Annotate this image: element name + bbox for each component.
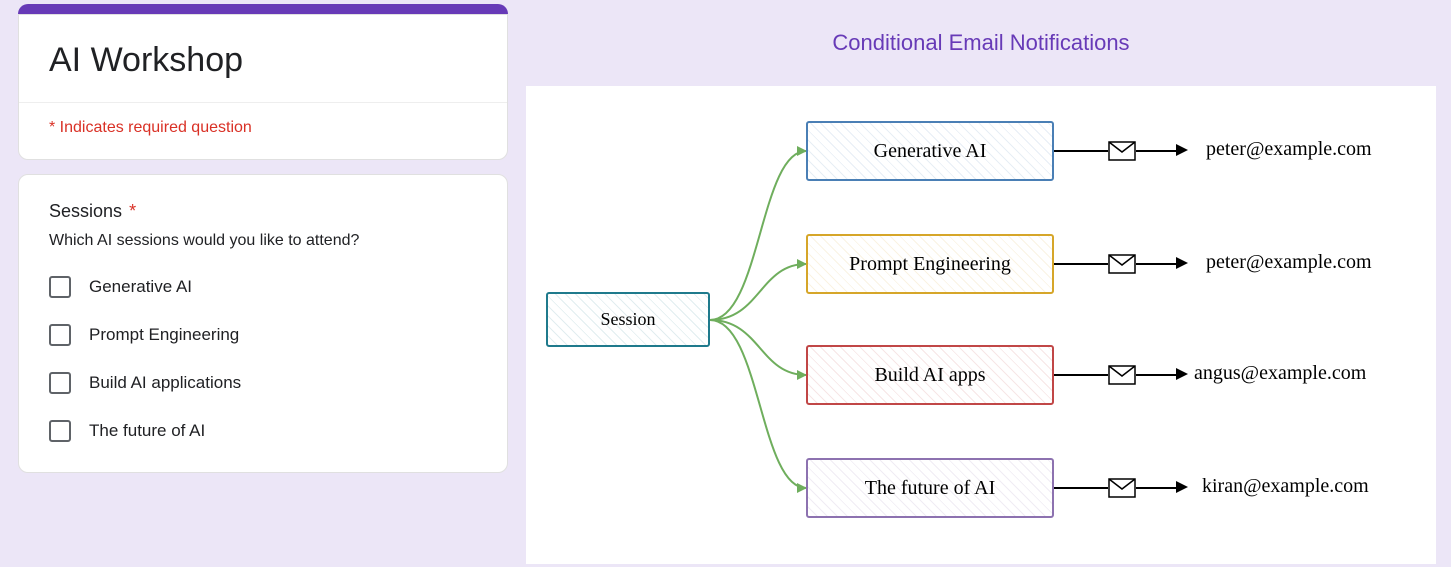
option-label: Prompt Engineering [89,325,239,345]
arrow-icon [1176,257,1188,269]
diagram-branch-node: Generative AI [806,121,1054,181]
checkbox[interactable] [49,420,71,442]
diagram-branch-label: Prompt Engineering [849,253,1011,276]
diagram-branch-label: The future of AI [865,477,996,500]
diagram-title: Conditional Email Notifications [526,4,1436,56]
arrow-icon [1176,144,1188,156]
arrow-icon [1176,368,1188,380]
diagram-branch-label: Generative AI [874,140,987,163]
diagram-branch-label: Build AI apps [874,364,985,387]
option-label: The future of AI [89,421,205,441]
diagram-branch-node: Build AI apps [806,345,1054,405]
line [1136,150,1176,152]
envelope-icon [1108,141,1136,161]
option-row[interactable]: The future of AI [49,420,477,442]
line [1054,263,1108,265]
checkbox[interactable] [49,276,71,298]
form-accent-bar [18,4,508,14]
checkbox[interactable] [49,324,71,346]
option-label: Generative AI [89,277,192,297]
diagram-email: peter@example.com [1206,251,1372,274]
option-row[interactable]: Generative AI [49,276,477,298]
diagram-email: angus@example.com [1194,362,1366,385]
diagram-container: Conditional Email Notifications Session … [526,4,1436,564]
required-note: * Indicates required question [19,103,507,159]
line [1054,487,1108,489]
envelope-icon [1108,478,1136,498]
diagram-branch-node: The future of AI [806,458,1054,518]
line [1136,374,1176,376]
diagram-root-node: Session [546,292,710,347]
question-description: Which AI sessions would you like to atte… [49,232,477,250]
line [1136,263,1176,265]
question-label-text: Sessions [49,201,122,221]
diagram-root-label: Session [600,309,655,330]
diagram-connectors [710,86,806,564]
arrow-icon [1176,481,1188,493]
checkbox[interactable] [49,372,71,394]
required-star: * [129,201,136,221]
diagram-branch-node: Prompt Engineering [806,234,1054,294]
envelope-icon [1108,254,1136,274]
form-title: AI Workshop [19,15,507,102]
diagram-email: kiran@example.com [1202,475,1369,498]
envelope-icon [1108,365,1136,385]
option-label: Build AI applications [89,373,241,393]
question-label: Sessions * [49,201,477,222]
form-header-card: AI Workshop * Indicates required questio… [18,14,508,160]
line [1136,487,1176,489]
line [1054,150,1108,152]
line [1054,374,1108,376]
option-row[interactable]: Build AI applications [49,372,477,394]
form-container: AI Workshop * Indicates required questio… [18,4,508,487]
diagram-email: peter@example.com [1206,138,1372,161]
diagram-canvas: Session Generative AI Prompt Engineering… [526,86,1436,564]
option-row[interactable]: Prompt Engineering [49,324,477,346]
question-card: Sessions * Which AI sessions would you l… [18,174,508,473]
